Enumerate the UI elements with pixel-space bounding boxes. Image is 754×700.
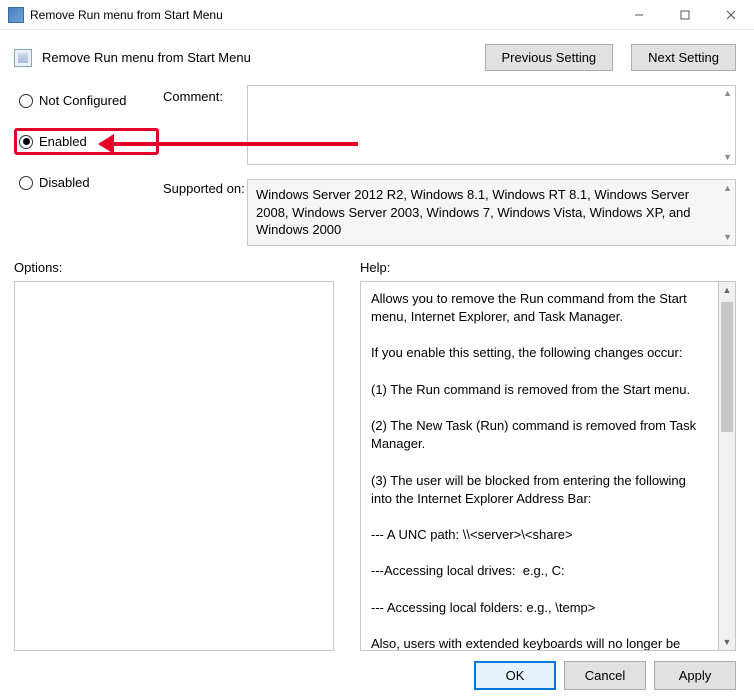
radio-label: Not Configured	[39, 93, 126, 108]
radio-icon	[19, 135, 33, 149]
radio-enabled[interactable]: Enabled	[14, 128, 159, 155]
caret-up-icon: ▲	[723, 88, 732, 98]
scroll-up-icon[interactable]: ▲	[719, 282, 735, 298]
apply-button[interactable]: Apply	[654, 661, 736, 690]
dialog-footer: OK Cancel Apply	[474, 661, 736, 690]
ok-button[interactable]: OK	[474, 661, 556, 690]
caret-down-icon: ▼	[723, 231, 732, 243]
caret-up-icon: ▲	[723, 182, 732, 194]
comment-label: Comment:	[163, 85, 243, 104]
help-scrollbar[interactable]: ▲ ▼	[719, 281, 736, 651]
radio-not-configured[interactable]: Not Configured	[14, 87, 159, 114]
radio-icon	[19, 176, 33, 190]
comment-field[interactable]: ▲ ▼	[247, 85, 736, 165]
policy-icon	[14, 49, 32, 67]
radio-icon	[19, 94, 33, 108]
configuration-area: Not Configured Enabled Disabled Comment: ▲…	[0, 79, 754, 246]
next-setting-button[interactable]: Next Setting	[631, 44, 736, 71]
minimize-button[interactable]	[616, 0, 662, 29]
help-text-box[interactable]: Allows you to remove the Run command fro…	[360, 281, 719, 651]
window-title: Remove Run menu from Start Menu	[30, 8, 223, 22]
options-label: Options:	[14, 260, 334, 275]
cancel-button[interactable]: Cancel	[564, 661, 646, 690]
options-box	[14, 281, 334, 651]
app-icon	[8, 7, 24, 23]
supported-on-label: Supported on:	[163, 175, 243, 196]
scroll-down-icon[interactable]: ▼	[719, 634, 735, 650]
scroll-thumb[interactable]	[721, 302, 733, 432]
policy-title: Remove Run menu from Start Menu	[42, 50, 251, 65]
help-label: Help:	[360, 260, 736, 275]
radio-label: Disabled	[39, 175, 90, 190]
supported-on-field: Windows Server 2012 R2, Windows 8.1, Win…	[247, 179, 736, 246]
header-row: Remove Run menu from Start Menu Previous…	[0, 30, 754, 79]
close-button[interactable]	[708, 0, 754, 29]
supported-on-text: Windows Server 2012 R2, Windows 8.1, Win…	[256, 187, 691, 237]
caret-down-icon: ▼	[723, 152, 732, 162]
radio-label: Enabled	[39, 134, 87, 149]
radio-disabled[interactable]: Disabled	[14, 169, 159, 196]
title-bar: Remove Run menu from Start Menu	[0, 0, 754, 30]
maximize-button[interactable]	[662, 0, 708, 29]
previous-setting-button[interactable]: Previous Setting	[485, 44, 614, 71]
